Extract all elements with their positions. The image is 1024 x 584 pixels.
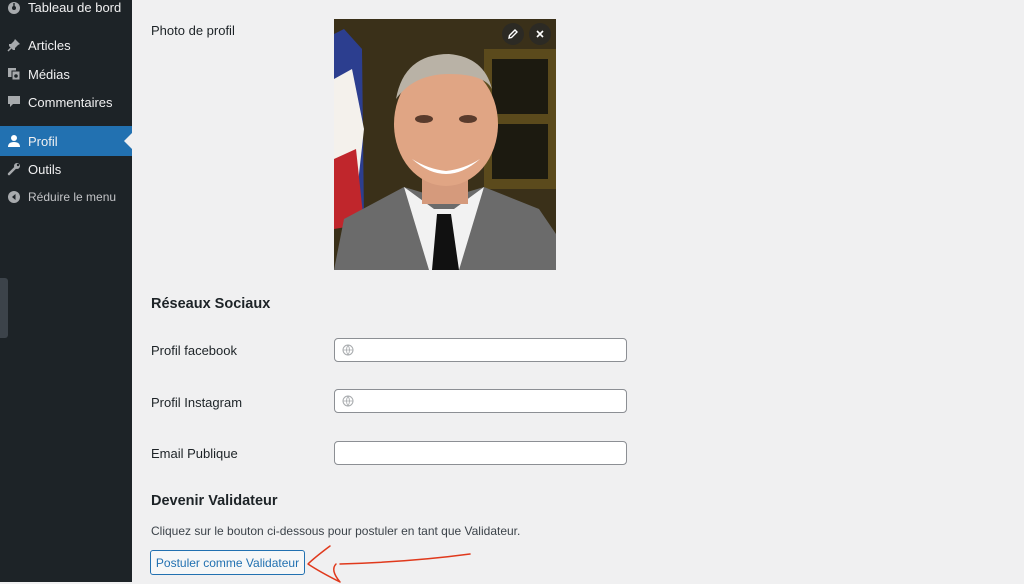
instagram-label: Profil Instagram	[151, 395, 243, 410]
sidebar-resize-handle[interactable]	[0, 278, 8, 338]
instagram-field[interactable]	[334, 389, 627, 413]
close-icon	[536, 30, 544, 38]
pencil-icon	[508, 29, 518, 39]
sidebar-item-medias[interactable]: Médias	[0, 59, 132, 89]
dashboard-icon	[7, 0, 21, 14]
sidebar-item-label: Outils	[28, 161, 62, 177]
public-email-label: Email Publique	[151, 446, 238, 461]
wrench-icon	[7, 162, 21, 176]
sidebar-item-label: Commentaires	[28, 94, 113, 110]
sidebar-item-comments[interactable]: Commentaires	[0, 87, 132, 117]
pin-icon	[7, 38, 21, 52]
collapse-icon	[7, 190, 21, 204]
media-icon	[7, 67, 21, 81]
sidebar-item-label: Médias	[28, 66, 70, 82]
facebook-label: Profil facebook	[151, 343, 237, 358]
apply-validator-button[interactable]: Postuler comme Validateur	[150, 550, 305, 575]
sidebar-item-label: Réduire le menu	[28, 190, 117, 204]
sidebar-item-dashboard[interactable]: Tableau de bord	[0, 0, 132, 22]
validator-section-title: Devenir Validateur	[151, 493, 278, 509]
profile-photo-image	[334, 19, 556, 270]
sidebar-item-label: Tableau de bord	[28, 0, 122, 15]
sidebar-item-label: Articles	[28, 37, 71, 53]
facebook-field[interactable]	[334, 338, 627, 362]
collapse-menu-button[interactable]: Réduire le menu	[0, 182, 132, 212]
validator-description: Cliquez sur le bouton ci-dessous pour po…	[151, 524, 521, 538]
public-email-field[interactable]	[334, 441, 627, 465]
sidebar-item-articles[interactable]: Articles	[0, 30, 132, 60]
annotation-arrow	[307, 545, 471, 583]
profile-photo-label: Photo de profil	[151, 23, 235, 38]
profile-photo	[334, 19, 556, 270]
globe-icon	[342, 344, 354, 356]
user-icon	[7, 134, 21, 148]
sidebar-item-profile[interactable]: Profil	[0, 126, 132, 156]
sidebar-item-tools[interactable]: Outils	[0, 154, 132, 184]
comment-icon	[7, 95, 21, 109]
remove-photo-button[interactable]	[529, 23, 551, 45]
sidebar-item-label: Profil	[28, 133, 58, 149]
edit-photo-button[interactable]	[502, 23, 524, 45]
social-section-title: Réseaux Sociaux	[151, 296, 271, 312]
globe-icon	[342, 395, 354, 407]
admin-sidebar: Tableau de bord Articles Médias Commenta…	[0, 0, 132, 582]
